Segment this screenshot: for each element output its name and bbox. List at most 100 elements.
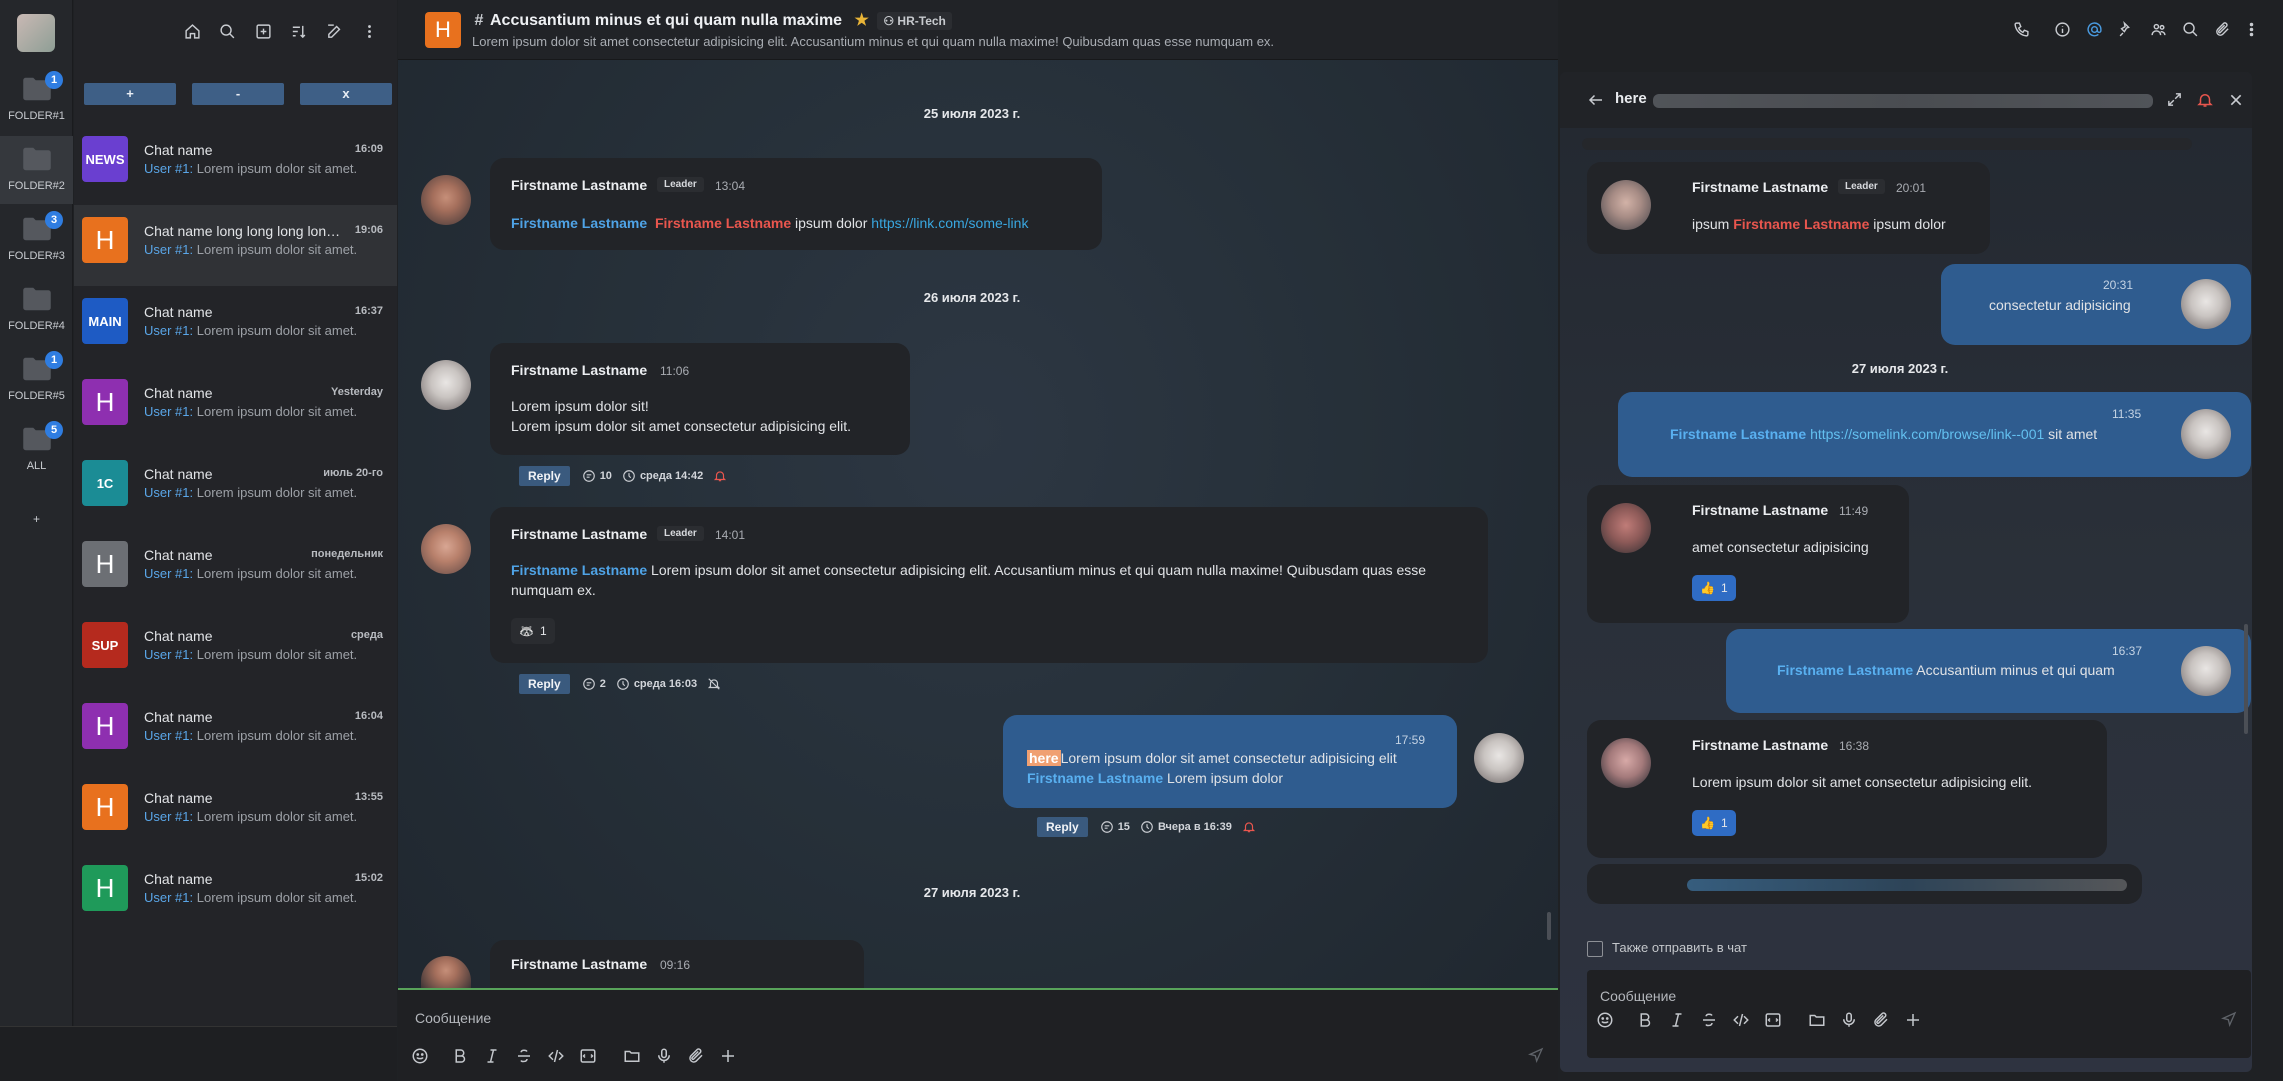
bold-icon[interactable] <box>451 1047 469 1065</box>
code-block-icon[interactable] <box>1764 1011 1782 1029</box>
message-author[interactable]: Firstname Lastname <box>1692 502 1828 518</box>
message-bubble[interactable]: Firstname Lastname 11:06 Lorem ipsum dol… <box>490 343 910 455</box>
filter-clear-button[interactable]: x <box>300 83 392 105</box>
chat-list-item[interactable]: H Chat name Yesterday User #1: Lorem ipsum … <box>74 367 397 448</box>
thread-message-input[interactable]: Сообщение <box>1600 988 1676 1004</box>
code-icon[interactable] <box>1732 1011 1750 1029</box>
emoji-icon[interactable] <box>1596 1011 1614 1029</box>
thread-message[interactable]: Firstname Lastname 11:49 amet consectetu… <box>1587 485 1909 623</box>
folder-attach-icon[interactable] <box>623 1047 641 1065</box>
search-icon[interactable] <box>219 23 236 40</box>
chat-list-item[interactable]: H Chat name 13:55 User #1: Lorem ipsum dolo… <box>74 772 397 853</box>
message-bubble[interactable]: Firstname Lastname Leader 13:04 Firstnam… <box>490 158 1102 250</box>
search-icon[interactable] <box>2182 21 2199 38</box>
message-avatar[interactable] <box>1601 503 1651 553</box>
strikethrough-icon[interactable] <box>1700 1011 1718 1029</box>
mention[interactable]: Firstname Lastname <box>1777 662 1913 678</box>
message-author[interactable]: Firstname Lastname <box>1692 179 1828 195</box>
close-icon[interactable] <box>2228 92 2244 108</box>
message-author[interactable]: Firstname Lastname <box>511 956 647 972</box>
message-author[interactable]: Firstname Lastname <box>511 177 647 193</box>
home-icon[interactable] <box>184 23 201 40</box>
chat-list-item[interactable]: NEWS Chat name 16:09 User #1: Lorem ipsum d… <box>74 124 397 205</box>
chat-list-item[interactable]: H Chat name 15:02 User #1: Lorem ipsum dolo… <box>74 853 397 934</box>
more-vertical-icon[interactable] <box>361 23 378 40</box>
thread-message-own[interactable]: 20:31 consectetur adipisicing <box>1941 264 2251 345</box>
microphone-icon[interactable] <box>655 1047 673 1065</box>
send-icon[interactable] <box>1528 1047 1544 1063</box>
add-folder-button[interactable]: + <box>0 512 73 526</box>
thread-message-blurred[interactable] <box>1587 864 2142 904</box>
italic-icon[interactable] <box>1668 1011 1686 1029</box>
chat-list-item[interactable]: SUP Chat name среда User #1: Lorem ipsum do… <box>74 610 397 691</box>
thread-icon[interactable] <box>582 469 596 483</box>
reaction-chip[interactable]: 🦝 1 <box>511 618 555 644</box>
mentions-icon[interactable] <box>2086 21 2103 38</box>
chat-list-item[interactable]: H Chat name понедельник User #1: Lorem ipsu… <box>74 529 397 610</box>
message-author[interactable]: Firstname Lastname <box>511 362 647 378</box>
chat-list-item[interactable]: MAIN Chat name 16:37 User #1: Lorem ipsum d… <box>74 286 397 367</box>
thread-count[interactable]: 10 <box>600 470 612 482</box>
message-avatar[interactable] <box>421 175 471 225</box>
mention[interactable]: Firstname Lastname <box>1670 426 1806 442</box>
message-link[interactable]: https://link.com/some-link <box>871 215 1028 231</box>
add-contact-icon[interactable] <box>255 23 272 40</box>
folder-attach-icon[interactable] <box>1808 1011 1826 1029</box>
thread-message[interactable]: Firstname Lastname Leader 20:01 ipsum Fi… <box>1587 162 1990 254</box>
send-icon[interactable] <box>2221 1011 2237 1027</box>
more-vertical-icon[interactable] <box>2243 21 2260 38</box>
message-bubble-own[interactable]: 17:59 here Lorem ipsum dolor sit amet con… <box>1003 715 1457 808</box>
paperclip-icon[interactable] <box>1872 1011 1890 1029</box>
thread-message-own[interactable]: 11:35 Firstname Lastname https://somelin… <box>1618 392 2251 477</box>
chat-list-item[interactable]: 1C Chat name июль 20-го User #1: Lorem ipsu… <box>74 448 397 529</box>
folder-item[interactable]: FOLDER#1 1 <box>0 66 73 134</box>
mention[interactable]: Firstname Lastname <box>511 215 647 231</box>
bell-icon[interactable] <box>1242 820 1256 834</box>
mention[interactable]: Firstname Lastname <box>1027 770 1163 786</box>
folder-item[interactable]: FOLDER#5 1 <box>0 346 73 414</box>
emoji-icon[interactable] <box>411 1047 429 1065</box>
reaction-chip[interactable]: 👍 1 <box>1692 810 1736 836</box>
message-avatar[interactable] <box>421 360 471 410</box>
here-mention[interactable]: here <box>1027 750 1061 766</box>
mention[interactable]: Firstname Lastname <box>511 562 647 578</box>
folder-item[interactable]: FOLDER#3 3 <box>0 206 73 274</box>
code-icon[interactable] <box>547 1047 565 1065</box>
message-avatar[interactable] <box>421 524 471 574</box>
reply-button[interactable]: Reply <box>519 466 570 486</box>
message-avatar[interactable] <box>1601 180 1651 230</box>
message-input[interactable]: Сообщение <box>415 1010 491 1026</box>
compose-icon[interactable] <box>326 23 343 40</box>
attachment-icon[interactable] <box>2214 21 2231 38</box>
italic-icon[interactable] <box>483 1047 501 1065</box>
filter-remove-button[interactable]: - <box>192 83 284 105</box>
filter-add-button[interactable]: + <box>84 83 176 105</box>
folder-item[interactable]: FOLDER#4 <box>0 276 73 344</box>
strikethrough-icon[interactable] <box>515 1047 533 1065</box>
message-avatar[interactable] <box>1601 738 1651 788</box>
thread-count[interactable]: 15 <box>1118 821 1130 833</box>
also-send-checkbox[interactable]: Также отправить в чат <box>1587 940 1747 957</box>
thread-count[interactable]: 2 <box>600 678 606 690</box>
folder-item[interactable]: FOLDER#2 <box>0 136 73 204</box>
sort-icon[interactable] <box>290 23 307 40</box>
mention-self[interactable]: Firstname Lastname <box>1733 216 1869 232</box>
message-author[interactable]: Firstname Lastname <box>1692 737 1828 753</box>
message-link[interactable]: https://somelink.com/browse/link--001 <box>1810 426 2044 442</box>
message-author[interactable]: Firstname Lastname <box>511 526 647 542</box>
mention-self[interactable]: Firstname Lastname <box>655 215 791 231</box>
reaction-chip[interactable]: 👍 1 <box>1692 575 1736 601</box>
chat-avatar[interactable]: H <box>425 12 461 48</box>
folder-item[interactable]: ALL 5 <box>0 416 73 484</box>
plus-icon[interactable] <box>719 1047 737 1065</box>
bell-icon[interactable] <box>713 469 727 483</box>
back-arrow-icon[interactable] <box>1587 91 1605 109</box>
expand-icon[interactable] <box>2166 91 2183 108</box>
message-avatar[interactable] <box>1474 733 1524 783</box>
message-avatar[interactable] <box>2181 646 2231 696</box>
reply-button[interactable]: Reply <box>1037 817 1088 837</box>
message-bubble[interactable]: Firstname Lastname Leader 14:01 Firstnam… <box>490 507 1488 663</box>
microphone-icon[interactable] <box>1840 1011 1858 1029</box>
scrollbar-thumb[interactable] <box>1547 912 1551 940</box>
members-icon[interactable] <box>2150 21 2167 38</box>
